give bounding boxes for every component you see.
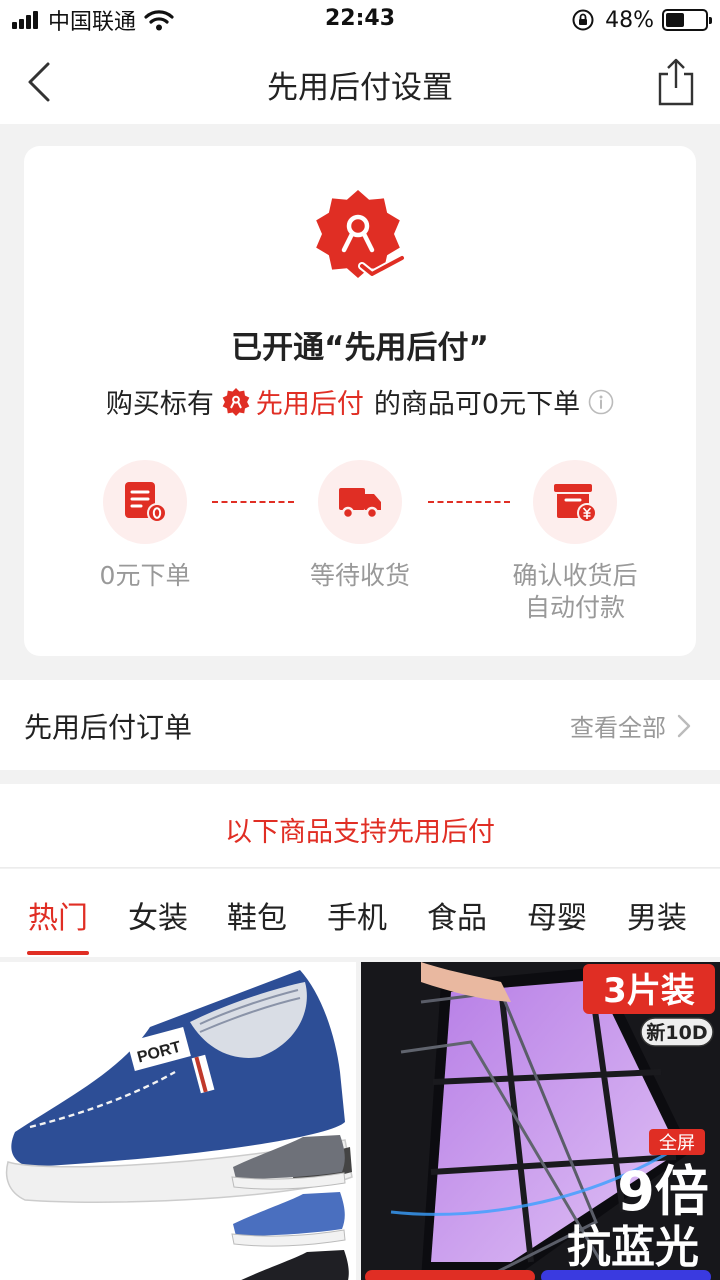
promo-line-1: 9倍 [617, 1160, 709, 1223]
chevron-right-icon [677, 714, 691, 737]
model-tag: 新10D [646, 1021, 707, 1044]
step-label-order: 0元下单 [99, 561, 191, 590]
status-bar: 中国联通 22:43 48% [0, 0, 720, 40]
product-image-shoes: PORT [5, 970, 353, 1280]
tab-mother-baby[interactable]: 母婴 [507, 893, 607, 937]
product-card-screen-protector[interactable]: 3片装 新10D 全屏 9倍 抗蓝光 [361, 962, 720, 1280]
pack-count-tag: 3片装 [603, 971, 695, 1011]
products-section-title: 以下商品支持先用后付 [225, 817, 495, 848]
promo-line-2: 抗蓝光 [567, 1222, 699, 1273]
battery-percent: 48% [605, 7, 654, 33]
view-all-label: 查看全部 [570, 714, 666, 742]
payment-box-icon [554, 484, 597, 523]
pay-later-orders-row[interactable]: 先用后付订单 查看全部 [0, 680, 720, 770]
step-order-circle [103, 460, 187, 544]
subtitle-suffix: 的商品可0元下单 [373, 389, 581, 420]
delivery-truck-icon [339, 488, 381, 520]
tab-hot[interactable]: 热门 [8, 893, 108, 937]
info-icon[interactable] [588, 389, 614, 415]
products-section-header: 以下商品支持先用后付 [0, 784, 720, 868]
category-tabs: 热门 女装 鞋包 手机 食品 母婴 男装 [0, 869, 720, 957]
activation-subtitle: 购买标有 先用后付 的商品可0元下单 [24, 382, 696, 421]
battery-icon [662, 9, 712, 31]
active-tab-indicator [27, 951, 89, 955]
step-label-delivery: 等待收货 [309, 561, 410, 590]
navigation-bar: 先用后付设置 [0, 40, 720, 124]
step-connector [212, 501, 294, 503]
subtitle-prefix: 购买标有 [105, 389, 214, 420]
tab-food[interactable]: 食品 [407, 893, 507, 937]
activation-title: 已开通“先用后付” [231, 330, 489, 366]
tab-shoes-bags[interactable]: 鞋包 [207, 893, 307, 937]
share-icon[interactable] [654, 54, 698, 110]
verified-badge-icon [316, 190, 406, 278]
product-card-shoes[interactable]: PORT [0, 962, 356, 1280]
rotation-lock-icon [572, 9, 594, 31]
orders-title: 先用后付订单 [24, 711, 193, 744]
view-all-link[interactable]: 查看全部 [570, 708, 692, 743]
activation-status-card: 已开通“先用后付” 购买标有 先用后付 的商品可0元下单 0元下单 等待收货 确… [24, 146, 696, 656]
step-label-payment: 确认收货后 自动付款 [512, 561, 638, 622]
pay-later-badge-icon [222, 387, 250, 416]
tab-mens-clothing[interactable]: 男装 [607, 893, 707, 937]
step-delivery-circle [318, 460, 402, 544]
product-image-screen-protector: 3片装 新10D 全屏 9倍 抗蓝光 [361, 962, 720, 1280]
subtitle-highlight: 先用后付 [255, 389, 364, 420]
order-document-icon [125, 482, 167, 523]
page-title: 先用后付设置 [267, 70, 453, 106]
tab-phones[interactable]: 手机 [307, 893, 407, 937]
tab-womens-clothing[interactable]: 女装 [108, 893, 208, 937]
step-connector [428, 501, 510, 503]
full-screen-tag: 全屏 [659, 1133, 695, 1154]
step-payment-circle [533, 460, 617, 544]
